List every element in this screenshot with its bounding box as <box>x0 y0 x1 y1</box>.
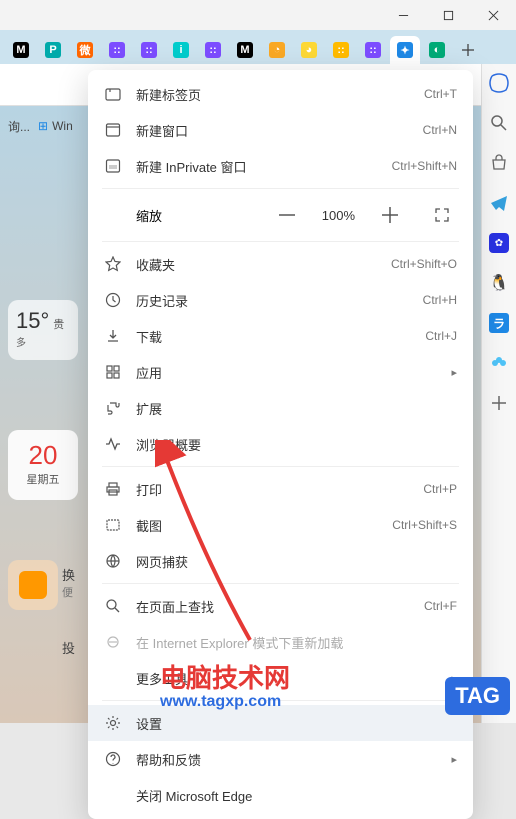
cloud-icon[interactable] <box>488 352 510 374</box>
menu-new-window[interactable]: 新建窗口 Ctrl+N <box>88 112 473 148</box>
qq-icon[interactable]: 🐧 <box>488 272 510 294</box>
tab[interactable]: 微 <box>70 36 100 64</box>
close-button[interactable] <box>471 0 516 30</box>
tab[interactable]: ◐ <box>422 36 452 64</box>
menu-ie-mode: 在 Internet Explorer 模式下重新加载 <box>88 624 473 660</box>
search-icon[interactable] <box>488 112 510 134</box>
date-card[interactable]: 20 星期五 <box>8 430 78 500</box>
titlebar <box>0 0 516 30</box>
menu-find[interactable]: 在页面上查找 Ctrl+F <box>88 588 473 624</box>
inprivate-icon <box>104 157 122 175</box>
tile-text: 换便 <box>62 565 75 600</box>
screenshot-icon <box>104 516 122 534</box>
chevron-right-icon: ▸ <box>451 753 457 766</box>
shopping-icon[interactable] <box>488 152 510 174</box>
date-number: 20 <box>18 440 68 471</box>
pulse-icon <box>104 435 122 453</box>
quick-tile[interactable] <box>8 560 58 610</box>
menu-history[interactable]: 历史记录 Ctrl+H <box>88 282 473 318</box>
new-tab-icon <box>104 85 122 103</box>
bookmark-item[interactable]: 询... <box>8 118 30 135</box>
menu-downloads[interactable]: 下载 Ctrl+J <box>88 318 473 354</box>
menu-separator <box>102 466 459 467</box>
tab[interactable]: :: <box>102 36 132 64</box>
watermark: 电脑技术网 www.tagxp.com <box>160 658 290 711</box>
tag-badge: TAG <box>445 677 510 715</box>
menu-performance[interactable]: 浏览器概要 <box>88 426 473 462</box>
new-tab-button[interactable] <box>454 36 482 64</box>
help-icon <box>104 750 122 768</box>
print-icon <box>104 480 122 498</box>
ie-icon <box>104 633 122 651</box>
zoom-in-button[interactable] <box>375 200 405 230</box>
history-icon <box>104 291 122 309</box>
window-icon <box>104 121 122 139</box>
tab[interactable]: P <box>38 36 68 64</box>
tab[interactable]: :: <box>134 36 164 64</box>
puzzle-icon <box>104 399 122 417</box>
webcapture-icon <box>104 552 122 570</box>
menu-print[interactable]: 打印 Ctrl+P <box>88 471 473 507</box>
weather-temp: 15° <box>16 308 49 334</box>
bookmark-item[interactable]: ⊞Win <box>38 119 73 133</box>
sidebar: ✿ 🐧 ラ <box>481 64 516 723</box>
zoom-out-button[interactable] <box>272 200 302 230</box>
tab[interactable]: i <box>166 36 196 64</box>
menu-zoom: 缩放 100% <box>88 193 473 237</box>
menu-new-inprivate[interactable]: 新建 InPrivate 窗口 Ctrl+Shift+N <box>88 148 473 184</box>
menu-close-edge[interactable]: 关闭 Microsoft Edge <box>88 777 473 813</box>
tab[interactable]: :: <box>358 36 388 64</box>
tab[interactable]: :: <box>198 36 228 64</box>
tab[interactable]: :: <box>326 36 356 64</box>
tab[interactable]: M <box>230 36 260 64</box>
copilot-icon[interactable] <box>488 72 510 94</box>
search-hint: 投 <box>62 638 75 657</box>
tab[interactable]: ◔ <box>262 36 292 64</box>
minimize-button[interactable] <box>381 0 426 30</box>
menu-apps[interactable]: 应用 ▸ <box>88 354 473 390</box>
baidu-icon[interactable]: ✿ <box>488 232 510 254</box>
tab[interactable]: M <box>6 36 36 64</box>
telegram-icon[interactable] <box>488 192 510 214</box>
maximize-button[interactable] <box>426 0 471 30</box>
menu-favorites[interactable]: 收藏夹 Ctrl+Shift+O <box>88 246 473 282</box>
date-weekday: 星期五 <box>18 471 68 487</box>
menu-separator <box>102 241 459 242</box>
menu-help[interactable]: 帮助和反馈 ▸ <box>88 741 473 777</box>
menu-web-capture[interactable]: 网页捕获 <box>88 543 473 579</box>
weather-card[interactable]: 15°贵 多 <box>8 300 78 360</box>
zoom-value: 100% <box>322 208 355 223</box>
find-icon <box>104 597 122 615</box>
gear-icon <box>104 714 122 732</box>
menu-new-tab[interactable]: 新建标签页 Ctrl+T <box>88 76 473 112</box>
fullscreen-button[interactable] <box>427 200 457 230</box>
apps-icon <box>104 363 122 381</box>
add-icon[interactable] <box>488 392 510 414</box>
tab-active[interactable]: ✦ <box>390 36 420 64</box>
menu-screenshot[interactable]: 截图 Ctrl+Shift+S <box>88 507 473 543</box>
menu-extensions[interactable]: 扩展 <box>88 390 473 426</box>
tab[interactable]: ◕ <box>294 36 324 64</box>
tab-strip: M P 微 :: :: i :: M ◔ ◕ :: :: ✦ ◐ <box>0 30 516 64</box>
app-icon[interactable]: ラ <box>488 312 510 334</box>
download-icon <box>104 327 122 345</box>
star-icon <box>104 255 122 273</box>
menu-separator <box>102 583 459 584</box>
menu-separator <box>102 188 459 189</box>
chevron-right-icon: ▸ <box>451 366 457 379</box>
